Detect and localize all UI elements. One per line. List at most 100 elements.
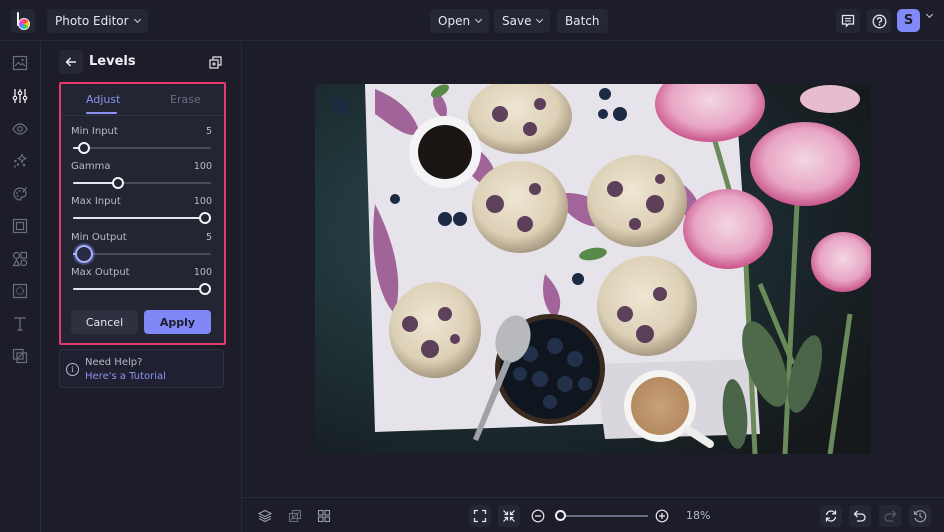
save-label: Save bbox=[502, 14, 532, 28]
rail-item-edit[interactable] bbox=[11, 87, 29, 105]
slider-track[interactable] bbox=[73, 245, 211, 263]
redo-button[interactable] bbox=[879, 505, 901, 527]
batch-label: Batch bbox=[565, 14, 600, 28]
edited-photo[interactable] bbox=[315, 84, 871, 454]
save-menu-button[interactable]: Save bbox=[494, 9, 551, 33]
photo-render bbox=[315, 84, 871, 454]
slider-label: Max Input bbox=[71, 196, 121, 207]
layers-button[interactable] bbox=[254, 505, 276, 527]
chevron-down-icon bbox=[536, 15, 544, 24]
panel-title: Levels bbox=[89, 54, 136, 69]
redo-icon bbox=[884, 510, 897, 522]
image-icon bbox=[12, 55, 28, 71]
tab-erase[interactable]: Erase bbox=[170, 93, 201, 106]
left-tool-rail bbox=[0, 41, 41, 532]
tab-adjust[interactable]: Adjust bbox=[86, 93, 120, 106]
grid-icon bbox=[317, 509, 331, 523]
chevron-down-icon bbox=[475, 15, 483, 24]
bottom-toolbar: 18% bbox=[242, 497, 944, 532]
chevron-down-icon[interactable] bbox=[925, 10, 934, 19]
slider-thumb[interactable] bbox=[77, 142, 90, 154]
history-button[interactable] bbox=[909, 505, 931, 527]
overlay-icon bbox=[12, 348, 28, 364]
rail-item-graphics[interactable] bbox=[11, 250, 29, 268]
open-label: Open bbox=[438, 14, 471, 28]
frame-icon bbox=[12, 218, 28, 234]
slider-track[interactable] bbox=[73, 283, 211, 295]
help-button[interactable] bbox=[867, 9, 891, 33]
user-avatar[interactable]: S bbox=[897, 9, 920, 32]
tutorial-link[interactable]: Here's a Tutorial bbox=[85, 371, 166, 382]
undo-button[interactable] bbox=[849, 505, 871, 527]
slider-thumb[interactable] bbox=[199, 212, 211, 224]
grid-button[interactable] bbox=[313, 505, 335, 527]
slider-value: 100 bbox=[193, 161, 212, 172]
zoom-out-icon bbox=[531, 509, 545, 523]
slider-fill bbox=[73, 217, 211, 219]
batch-button[interactable]: Batch bbox=[557, 9, 608, 33]
canvas-area bbox=[242, 41, 944, 497]
rail-item-artsy[interactable] bbox=[11, 185, 29, 203]
slider-value: 100 bbox=[193, 196, 212, 207]
undo-icon bbox=[853, 510, 866, 522]
rail-item-frames[interactable] bbox=[11, 217, 29, 235]
chevron-down-icon bbox=[133, 15, 141, 24]
slider-label: Min Output bbox=[71, 232, 127, 243]
shrink-icon bbox=[503, 510, 515, 522]
open-menu-button[interactable]: Open bbox=[430, 9, 490, 33]
rail-item-text[interactable] bbox=[11, 315, 29, 333]
rail-item-effects[interactable] bbox=[11, 152, 29, 170]
app-logo[interactable] bbox=[11, 9, 35, 33]
rail-item-overlays[interactable] bbox=[11, 347, 29, 365]
help-title: Need Help? bbox=[85, 357, 143, 368]
comment-icon bbox=[841, 14, 855, 28]
logo-color-wheel bbox=[18, 18, 30, 30]
levels-panel: Levels Adjust Erase Min Input 5 Gamma 100 Ma… bbox=[41, 41, 242, 532]
rail-item-touch-up[interactable] bbox=[11, 120, 29, 138]
slider-track[interactable] bbox=[73, 177, 211, 189]
feedback-button[interactable] bbox=[836, 9, 860, 33]
slider-track[interactable] bbox=[73, 142, 211, 154]
refresh-icon bbox=[825, 510, 837, 522]
apply-button[interactable]: Apply bbox=[144, 310, 211, 334]
actual-size-button[interactable] bbox=[498, 505, 520, 527]
slider-label: Max Output bbox=[71, 267, 130, 278]
zoom-in-button[interactable] bbox=[651, 505, 673, 527]
zoom-out-button[interactable] bbox=[527, 505, 549, 527]
slider-thumb[interactable] bbox=[74, 245, 93, 263]
slider-track[interactable] bbox=[73, 212, 211, 224]
mode-selector-label: Photo Editor bbox=[55, 14, 129, 28]
question-icon bbox=[872, 14, 886, 28]
rail-item-textures[interactable] bbox=[11, 282, 29, 300]
copy-settings-button[interactable] bbox=[209, 54, 222, 73]
back-button[interactable] bbox=[59, 50, 83, 74]
sync-button[interactable] bbox=[820, 505, 842, 527]
rail-item-image[interactable] bbox=[11, 54, 29, 72]
active-tab-indicator bbox=[86, 112, 117, 114]
arrow-left-icon bbox=[65, 57, 76, 67]
zoom-slider-thumb[interactable] bbox=[555, 510, 566, 521]
texture-icon bbox=[12, 283, 28, 299]
slider-value: 100 bbox=[193, 267, 212, 278]
help-box: i Need Help? Here's a Tutorial bbox=[59, 349, 224, 388]
info-icon: i bbox=[66, 363, 79, 376]
slider-label: Min Input bbox=[71, 126, 118, 137]
zoom-percentage: 18% bbox=[686, 509, 711, 522]
compare-button[interactable] bbox=[284, 505, 306, 527]
sliders-icon bbox=[12, 89, 28, 103]
fit-to-screen-button[interactable] bbox=[469, 505, 491, 527]
eye-icon bbox=[12, 123, 28, 135]
black-coffee-cup bbox=[409, 116, 481, 188]
slider-fill bbox=[73, 288, 211, 290]
copy-icon bbox=[209, 56, 222, 69]
slider-value: 5 bbox=[205, 232, 212, 243]
compare-icon bbox=[288, 509, 302, 523]
text-icon bbox=[14, 317, 26, 331]
palette-icon bbox=[13, 187, 27, 201]
mode-selector-dropdown[interactable]: Photo Editor bbox=[47, 9, 148, 33]
expand-icon bbox=[473, 509, 487, 523]
zoom-slider-track[interactable] bbox=[561, 515, 648, 517]
slider-thumb[interactable] bbox=[111, 177, 124, 189]
cancel-button[interactable]: Cancel bbox=[71, 310, 138, 334]
slider-thumb[interactable] bbox=[199, 283, 211, 295]
